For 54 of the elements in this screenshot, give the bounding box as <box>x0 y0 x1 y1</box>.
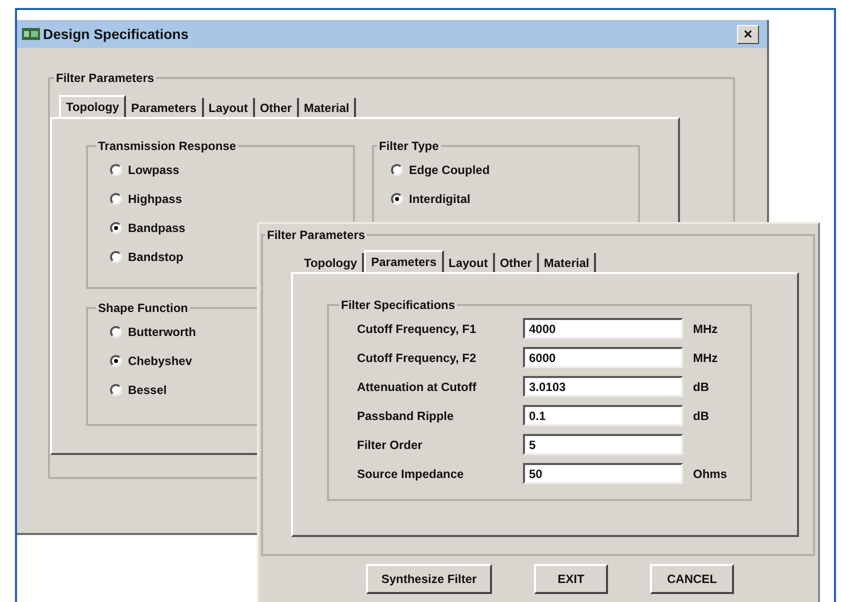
radio-button[interactable] <box>110 355 122 367</box>
group-title: Filter Parameters <box>266 227 366 244</box>
radio-option[interactable]: Chebyshev <box>110 352 331 370</box>
radio-option[interactable]: Lowpass <box>110 161 331 179</box>
radio-button[interactable] <box>391 164 403 176</box>
input-field[interactable]: 3.0103 <box>523 376 683 397</box>
action-button[interactable]: CANCEL <box>650 564 734 594</box>
radio-button[interactable] <box>110 164 122 176</box>
radio-button[interactable] <box>110 222 122 234</box>
unit-label: MHz <box>693 320 718 338</box>
tab[interactable]: Parameters <box>126 98 204 117</box>
radio-option[interactable]: Bessel <box>110 381 331 399</box>
radio-button[interactable] <box>110 384 122 396</box>
input-field[interactable]: 6000 <box>523 347 683 368</box>
field-label: Attenuation at Cutoff <box>357 378 478 396</box>
close-button[interactable]: × <box>737 24 759 44</box>
tab[interactable]: Layout <box>444 253 495 272</box>
input-field[interactable]: 5 <box>523 434 683 455</box>
field-label: Cutoff Frequency, F1 <box>357 320 478 338</box>
field-label: Passband Ripple <box>357 408 455 424</box>
radio-option[interactable]: Butterworth <box>110 323 331 341</box>
field-label: Cutoff Frequency, F2 <box>357 350 478 366</box>
radio-button[interactable] <box>110 251 122 263</box>
action-button[interactable]: Synthesize Filter <box>366 564 492 594</box>
tab[interactable]: Topology <box>59 95 126 117</box>
tab[interactable]: Material <box>298 98 356 117</box>
radio-button[interactable] <box>110 193 122 205</box>
tab[interactable]: Material <box>538 253 596 272</box>
tab[interactable]: Layout <box>204 98 255 117</box>
group-title: Filter Type <box>378 138 440 155</box>
radio-option[interactable]: Edge Coupled <box>391 161 621 179</box>
input-field[interactable]: 50 <box>523 463 683 484</box>
app-icon <box>22 28 40 40</box>
window-title: Design Specifications <box>43 24 188 44</box>
radio-button[interactable] <box>391 193 403 205</box>
tab[interactable]: Other <box>254 98 299 117</box>
unit-label: dB <box>693 378 709 396</box>
group-title: Transmission Response <box>97 138 238 155</box>
field-label: Filter Order <box>357 436 424 454</box>
group-title: Filter Parameters <box>55 70 156 87</box>
action-button[interactable]: EXIT <box>534 564 608 594</box>
field-label: Source Impedance <box>357 466 465 482</box>
tab[interactable]: Parameters <box>364 250 444 272</box>
radio-option[interactable]: Interdigital <box>391 190 621 208</box>
unit-label: dB <box>693 408 709 424</box>
unit-label: Ohms <box>693 466 728 482</box>
group-title: Filter Specifications <box>340 297 456 314</box>
group-title: Shape Function <box>97 300 189 317</box>
radio-option[interactable]: Highpass <box>110 190 331 208</box>
unit-label: MHz <box>693 350 718 366</box>
input-field[interactable]: 0.1 <box>523 405 683 426</box>
input-field[interactable]: 4000 <box>523 318 683 339</box>
tab[interactable]: Other <box>494 253 539 272</box>
radio-button[interactable] <box>110 326 122 338</box>
